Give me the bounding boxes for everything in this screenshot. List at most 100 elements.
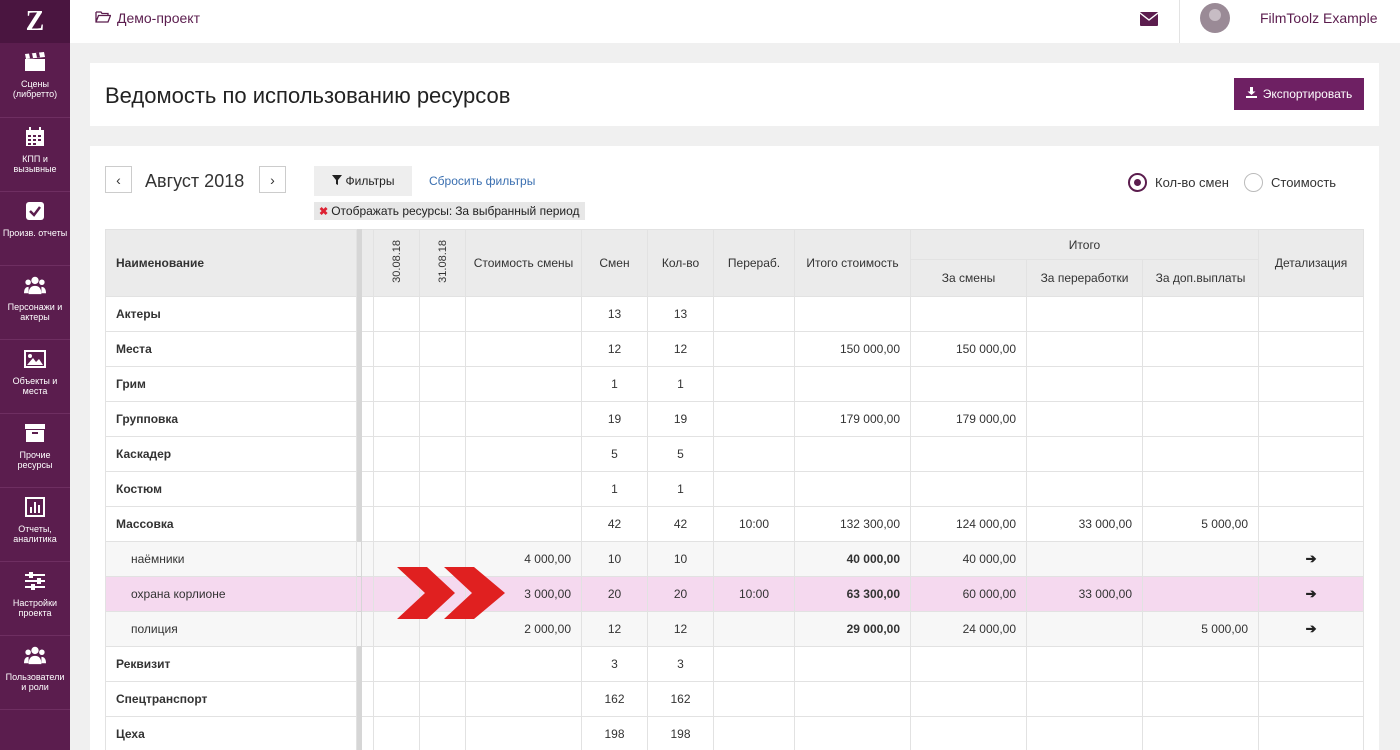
table-row[interactable]: Костюм 1 1 <box>105 471 1365 507</box>
row-name: Каскадер <box>105 436 357 472</box>
cell-shift-cost <box>465 331 582 367</box>
table-row[interactable]: Цеха 198 198 <box>105 716 1365 750</box>
table-row[interactable]: полиция 2 000,00 12 12 29 000,00 24 000,00 5 0… <box>105 611 1365 647</box>
cell-qty: 20 <box>647 576 714 612</box>
sidebar-item-characters[interactable]: Персонажи и актеры <box>0 266 70 340</box>
cell-shifts: 198 <box>581 716 648 750</box>
cell-shifts: 20 <box>581 576 648 612</box>
cell-for-shifts: 24 000,00 <box>910 611 1027 647</box>
cell-for-shifts: 179 000,00 <box>910 401 1027 437</box>
remove-filter-icon[interactable]: ✖ <box>319 205 328 218</box>
cell-shift-cost <box>465 506 582 542</box>
cell-for-shifts <box>910 296 1027 332</box>
filters-button[interactable]: Фильтры <box>314 166 412 196</box>
cell-overtime: 10:00 <box>713 506 795 542</box>
row-name: Актеры <box>105 296 357 332</box>
avatar[interactable] <box>1200 3 1230 33</box>
cell-date-2 <box>419 401 466 437</box>
row-name: полиция <box>105 611 357 647</box>
sidebar-item-scenes[interactable]: Сцены (либретто) <box>0 43 70 118</box>
row-name: наёмники <box>105 541 357 577</box>
row-name: Спецтранспорт <box>105 681 357 717</box>
col-header-name[interactable]: Наименование <box>105 229 357 297</box>
detail-arrow-icon[interactable]: ➔ <box>1258 611 1365 647</box>
cell-for-extra <box>1141 681 1260 717</box>
month-label: Август 2018 <box>145 171 245 191</box>
sidebar-item-settings[interactable]: Настройки проекта <box>0 562 70 636</box>
cell-spacer <box>361 646 374 682</box>
cell-spacer <box>361 471 374 507</box>
detail-arrow-icon <box>1258 436 1365 472</box>
table-row[interactable]: Групповка 19 19 179 000,00 179 000,00 <box>105 401 1365 437</box>
cell-overtime <box>713 366 795 402</box>
cell-overtime <box>713 436 795 472</box>
cell-shift-cost <box>465 401 582 437</box>
radio-shifts[interactable]: Кол-во смен <box>1128 173 1229 192</box>
cell-shift-cost <box>465 646 582 682</box>
table-row[interactable]: Реквизит 3 3 <box>105 646 1365 682</box>
detail-arrow-icon <box>1258 401 1365 437</box>
cell-for-extra <box>1141 541 1260 577</box>
cell-for-overtime <box>1026 611 1143 647</box>
cell-total-cost <box>794 296 911 332</box>
detail-arrow-icon[interactable]: ➔ <box>1258 541 1365 577</box>
picture-icon <box>24 348 46 370</box>
sidebar-item-users[interactable]: Пользователи и роли <box>0 636 70 710</box>
table-row[interactable]: Массовка 42 42 10:00 132 300,00 124 000,00 33 … <box>105 506 1365 542</box>
prev-month-button[interactable]: ‹ <box>105 166 132 193</box>
report-panel: ‹ Август 2018 › Фильтры Сбросить фильтры… <box>90 146 1379 750</box>
cell-date-1 <box>373 716 420 750</box>
export-button[interactable]: Экспортировать <box>1234 78 1364 110</box>
cell-total-cost <box>794 716 911 750</box>
cell-for-shifts: 150 000,00 <box>910 331 1027 367</box>
sidebar-item-reports[interactable]: Произв. отчеты <box>0 192 70 266</box>
sidebar-item-other-resources[interactable]: Прочие ресурсы <box>0 414 70 488</box>
cell-total-cost: 63 300,00 <box>794 576 911 612</box>
reset-filters-link[interactable]: Сбросить фильтры <box>429 174 535 188</box>
table-row[interactable]: наёмники 4 000,00 10 10 40 000,00 40 000,00 ➔ <box>105 541 1365 577</box>
detail-arrow-icon <box>1258 331 1365 367</box>
radio-circle-checked[interactable] <box>1128 173 1147 192</box>
cell-date-2 <box>419 681 466 717</box>
table-row[interactable]: Актеры 13 13 <box>105 296 1365 332</box>
detail-arrow-icon <box>1258 471 1365 507</box>
cell-total-cost <box>794 471 911 507</box>
cell-total-cost: 179 000,00 <box>794 401 911 437</box>
row-name: Цеха <box>105 716 357 750</box>
table-row[interactable]: Каскадер 5 5 <box>105 436 1365 472</box>
radio-cost[interactable]: Стоимость <box>1244 173 1336 192</box>
radio-circle[interactable] <box>1244 173 1263 192</box>
sidebar-item-analytics[interactable]: Отчеты, аналитика <box>0 488 70 562</box>
cell-for-shifts <box>910 681 1027 717</box>
mail-icon[interactable] <box>1139 12 1159 29</box>
table-row[interactable]: Спецтранспорт 162 162 <box>105 681 1365 717</box>
table-row[interactable]: охрана корлионе 3 000,00 20 20 10:00 63 300,0… <box>105 576 1365 612</box>
cell-for-extra <box>1141 366 1260 402</box>
next-month-button[interactable]: › <box>259 166 286 193</box>
detail-arrow-icon[interactable]: ➔ <box>1258 576 1365 612</box>
table-row[interactable]: Грим 1 1 <box>105 366 1365 402</box>
cell-qty: 198 <box>647 716 714 750</box>
sidebar-item-kpp[interactable]: КПП и вызывные <box>0 118 70 192</box>
folder-open-icon <box>95 10 112 26</box>
table-row[interactable]: Места 12 12 150 000,00 150 000,00 <box>105 331 1365 367</box>
cell-spacer <box>361 296 374 332</box>
cell-overtime <box>713 681 795 717</box>
cell-shifts: 1 <box>581 366 648 402</box>
user-name[interactable]: FilmToolz Example <box>1260 10 1377 26</box>
cell-overtime <box>713 541 795 577</box>
cell-for-extra <box>1141 296 1260 332</box>
cell-for-extra <box>1141 716 1260 750</box>
cell-spacer <box>361 401 374 437</box>
sidebar-item-objects[interactable]: Объекты и места <box>0 340 70 414</box>
cell-for-extra <box>1141 471 1260 507</box>
cell-shift-cost <box>465 471 582 507</box>
cell-total-cost: 40 000,00 <box>794 541 911 577</box>
cell-for-overtime <box>1026 541 1143 577</box>
project-link[interactable]: Демо-проект <box>95 10 200 26</box>
cell-for-overtime <box>1026 471 1143 507</box>
row-name: охрана корлионе <box>105 576 357 612</box>
cell-for-shifts: 60 000,00 <box>910 576 1027 612</box>
cell-qty: 3 <box>647 646 714 682</box>
app-logo[interactable]: Z <box>0 0 70 43</box>
